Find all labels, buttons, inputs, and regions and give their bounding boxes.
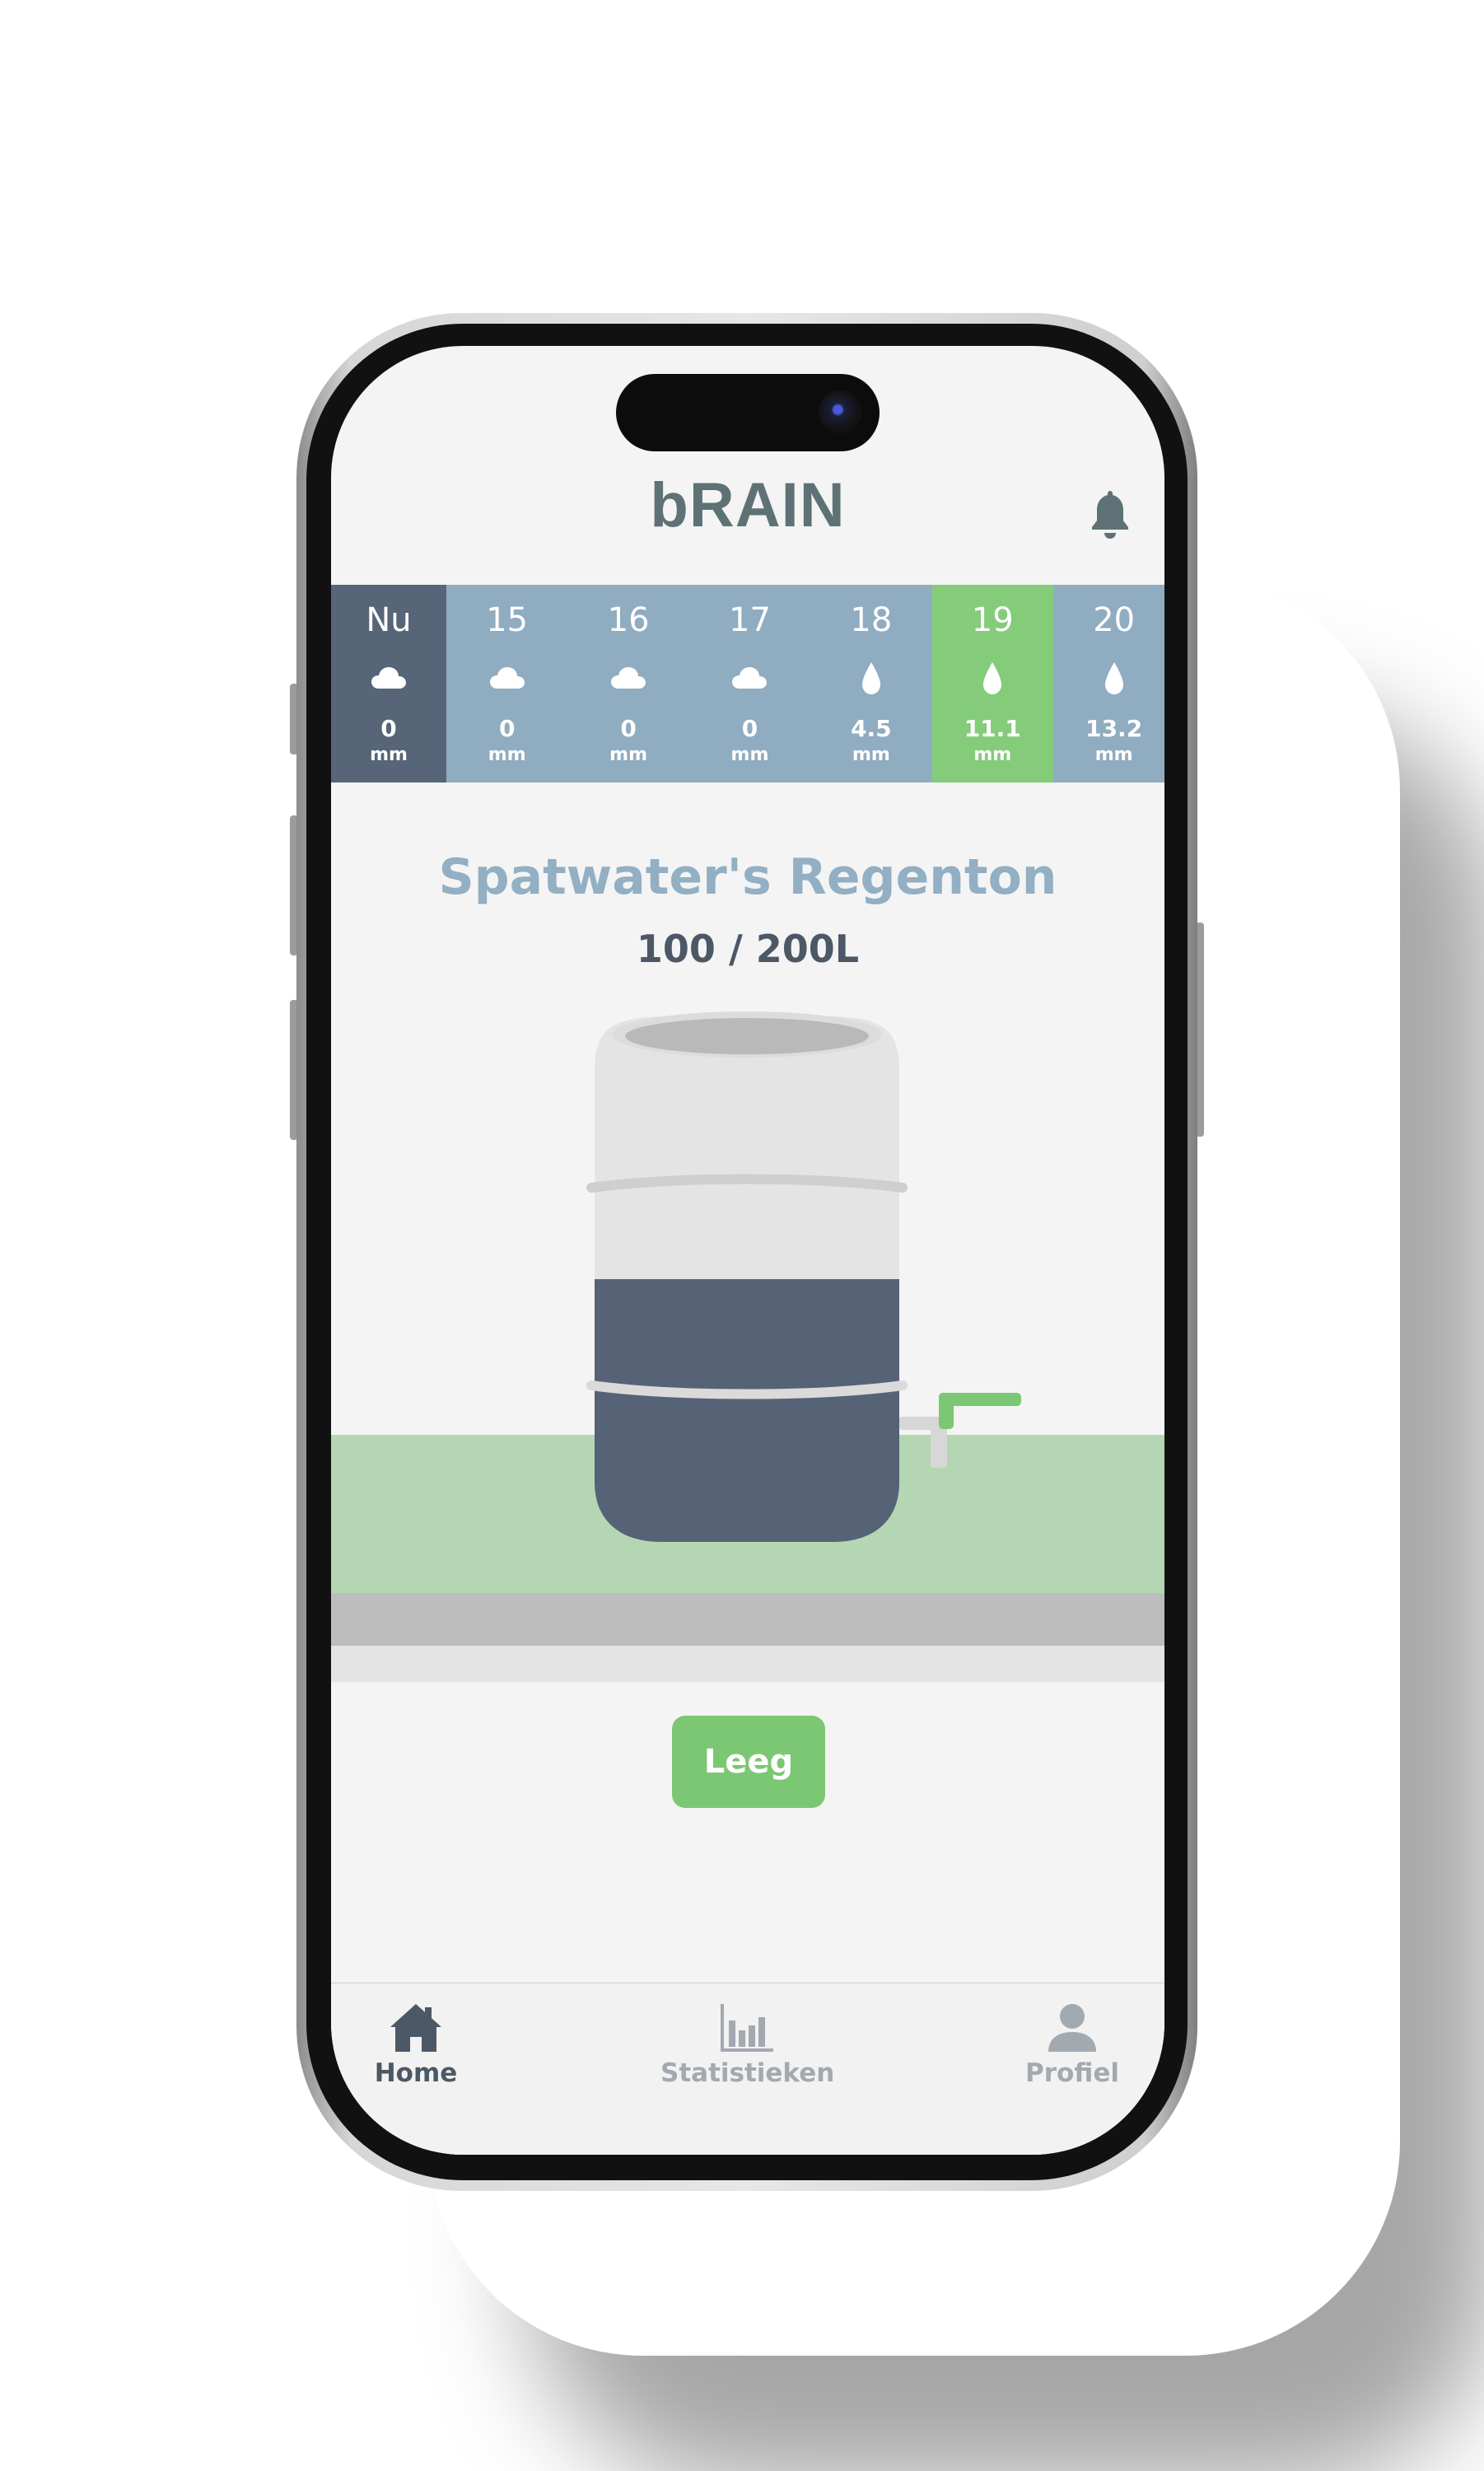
garden-path xyxy=(331,1593,1164,1646)
nav-profile-label: Profiel xyxy=(1025,2058,1119,2088)
rain-unit: mm xyxy=(852,745,890,765)
day-label: Nu xyxy=(366,601,412,639)
nav-home-label: Home xyxy=(374,2058,458,2088)
raindrop-icon xyxy=(983,662,1002,694)
barrel-opening xyxy=(625,1018,869,1054)
bell-icon[interactable] xyxy=(1087,488,1133,540)
forecast-day-19-selected[interactable]: 19 11.1 mm xyxy=(931,585,1053,782)
day-label: 16 xyxy=(607,601,650,639)
user-icon xyxy=(1048,2004,1096,2052)
app-title: bRAIN xyxy=(650,470,846,540)
raindrop-icon xyxy=(861,662,880,694)
forecast-day-now[interactable]: Nu 0 mm xyxy=(331,585,446,782)
forecast-day-18[interactable]: 18 4.5 mm xyxy=(810,585,932,782)
tank-level-readout: 100 / 200L xyxy=(636,927,860,971)
day-label: 17 xyxy=(729,601,771,639)
rain-amount: 0 xyxy=(380,715,397,742)
rain-unit: mm xyxy=(488,745,526,765)
raindrop-icon xyxy=(1104,662,1123,694)
forecast-day-15[interactable]: 15 0 mm xyxy=(446,585,568,782)
rain-unit: mm xyxy=(973,745,1012,765)
cloud-icon xyxy=(489,667,525,689)
rain-amount: 11.1 xyxy=(964,715,1021,742)
dynamic-island xyxy=(616,374,880,451)
home-icon xyxy=(390,2004,441,2052)
cloud-icon xyxy=(611,667,646,689)
forecast-day-17[interactable]: 17 0 mm xyxy=(688,585,811,782)
rain-amount: 4.5 xyxy=(851,715,892,742)
camera-icon xyxy=(819,390,861,433)
rain-barrel-illustration xyxy=(586,1011,949,1542)
rain-amount: 0 xyxy=(620,715,637,742)
cloud-icon xyxy=(732,667,768,689)
rain-unit: mm xyxy=(730,745,769,765)
nav-home[interactable]: Home xyxy=(362,2002,469,2088)
rain-unit: mm xyxy=(370,745,408,765)
nav-statistics-label: Statistieken xyxy=(660,2058,835,2088)
app-screen: bRAIN Nu 0 mm 15 0 mm 16 0 mm 17 0 mm 18… xyxy=(331,346,1164,2155)
water-level-fill xyxy=(595,1279,899,1542)
bar-chart-icon xyxy=(721,2004,773,2052)
empty-tank-button[interactable]: Leeg xyxy=(672,1716,825,1808)
rain-unit: mm xyxy=(1094,745,1133,765)
forecast-day-16[interactable]: 16 0 mm xyxy=(567,585,689,782)
app-header: bRAIN xyxy=(331,469,1164,560)
day-label: 19 xyxy=(971,601,1014,639)
tank-name: Spatwater's Regenton xyxy=(438,848,1057,906)
day-label: 20 xyxy=(1093,601,1136,639)
rain-amount: 13.2 xyxy=(1085,715,1143,742)
nav-statistics[interactable]: Statistieken xyxy=(660,2002,835,2088)
rain-forecast: Nu 0 mm 15 0 mm 16 0 mm 17 0 mm 18 4.5 m… xyxy=(331,585,1164,782)
nav-profile[interactable]: Profiel xyxy=(1015,2002,1130,2088)
curb-strip xyxy=(331,1646,1164,1682)
day-label: 18 xyxy=(850,601,893,639)
day-label: 15 xyxy=(486,601,529,639)
rain-unit: mm xyxy=(609,745,648,765)
tap-handle-icon[interactable] xyxy=(932,1388,1023,1434)
rain-amount: 0 xyxy=(741,715,758,742)
cloud-icon xyxy=(371,667,406,689)
bottom-navigation: Home Statistieken Profiel xyxy=(331,1982,1164,2155)
rain-amount: 0 xyxy=(498,715,516,742)
forecast-day-20[interactable]: 20 13.2 mm xyxy=(1052,585,1164,782)
